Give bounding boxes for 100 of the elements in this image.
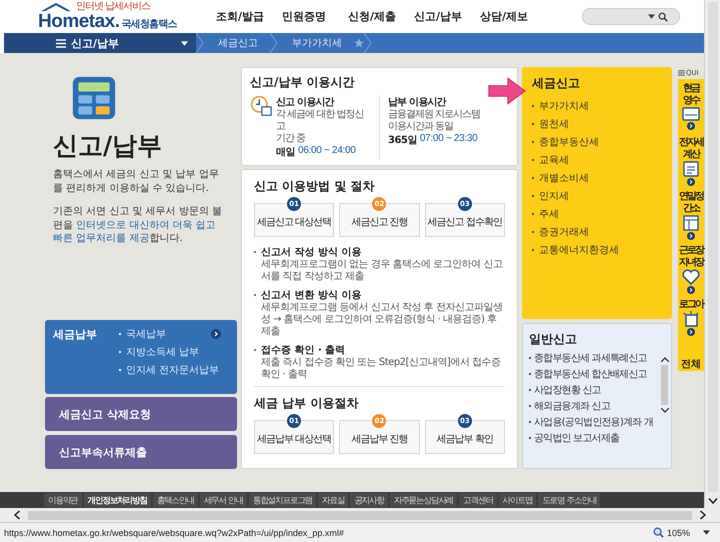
footer-link[interactable]: 사이트맵 xyxy=(498,493,536,508)
logo-name: 국세청홈택스 xyxy=(122,18,177,32)
tax-link[interactable]: 개별소비세 xyxy=(532,171,662,186)
tax-link[interactable]: 증권거래세 xyxy=(532,225,662,240)
breadcrumb-link[interactable]: 세금신고 xyxy=(204,36,270,50)
intro-paragraph: 기존의 서면 신고 및 세무서 방문의 불편을 인터넷으로 대신하여 더욱 쉽고 빠른 업무처리를 제공합니다. xyxy=(53,205,224,246)
footer-link[interactable]: 개인정보처리방침 xyxy=(84,493,151,508)
method-description: 세무회계프로그램이 없는 경우 홈택스에 로그인하여 신고서를 직접 작성하고 제출 xyxy=(260,259,504,284)
caret-icon[interactable] xyxy=(703,530,710,535)
side-menu-button[interactable]: 신고부속서류제출 xyxy=(45,435,237,470)
horizontal-scrollbar[interactable] xyxy=(0,508,720,522)
quick-menu-label[interactable]: 영수 xyxy=(683,95,699,106)
quick-menu-label[interactable]: 계산 xyxy=(683,149,699,160)
tax-link[interactable]: 부가가치세 xyxy=(532,99,662,114)
payment-link[interactable]: 국세납부 xyxy=(119,327,220,342)
chevron-circle-icon[interactable] xyxy=(687,122,695,130)
page-title: 신고/납부 xyxy=(53,133,164,158)
arrow-drawing xyxy=(488,77,526,106)
hours-time: 07:00 ~ 23:30 xyxy=(420,133,478,146)
step-label: 세금납부 진행 xyxy=(351,433,408,446)
caret-icon xyxy=(648,14,655,20)
report-link[interactable]: 사업용(공익법인전용)계좌 개 xyxy=(529,415,659,430)
report-link[interactable]: 종합부동산세 합산배제신고 xyxy=(529,367,659,382)
method-description: 제출 즉시 접수증 확인 또는 Step2[신고내역]에서 접수증 확인 · 출력 xyxy=(260,357,502,382)
card-title: 세금 납부 이용절차 xyxy=(254,395,360,412)
zoom-level[interactable]: 105% xyxy=(666,528,690,538)
clock-calendar-icon xyxy=(250,95,272,118)
report-link[interactable]: 사업장현황 신고 xyxy=(529,383,659,398)
footer-link[interactable]: 도로명 주소안내 xyxy=(538,493,600,508)
caret-icon xyxy=(181,40,188,46)
card-title: 신고 이용방법 및 절차 xyxy=(254,178,376,196)
scroll-down-icon[interactable] xyxy=(708,498,718,504)
report-link[interactable]: 공익법인 보고서제출 xyxy=(529,431,659,446)
step-label: 세금납부 대상선택 xyxy=(257,433,332,446)
method-title: 접수증 확인 · 출력 xyxy=(254,343,505,358)
main-menu-item[interactable]: 민원증명 xyxy=(282,9,348,24)
logo-brand[interactable]: Hometax. xyxy=(38,12,120,32)
quick-menu-label[interactable]: 현금 xyxy=(683,83,699,94)
quick-menu-label[interactable]: 전자세 xyxy=(679,137,703,148)
chevron-circle-icon[interactable] xyxy=(687,178,695,186)
scroll-left-icon[interactable] xyxy=(14,510,20,520)
quick-menu-label[interactable]: 자녀장 xyxy=(679,257,703,268)
chevron-circle-icon[interactable] xyxy=(687,232,695,240)
footer-link[interactable]: 이용약관 xyxy=(44,493,82,508)
payment-link[interactable]: 인지세 전자문서납부 xyxy=(119,363,220,378)
card-title: 신고/납부 이용시간 xyxy=(250,74,356,92)
chevron-icon xyxy=(270,33,278,54)
scroll-up-icon[interactable] xyxy=(660,357,668,362)
vertical-scrollbar[interactable] xyxy=(704,0,720,508)
panel-title: 세금신고 xyxy=(532,75,581,92)
panel-title: 일반신고 xyxy=(529,331,578,348)
quick-menu-label[interactable]: 로그아 xyxy=(679,299,703,310)
quick-menu-label[interactable]: 근로장 xyxy=(679,245,703,256)
intro-paragraph: 홈택스에서 세금의 신고 및 납부 업무를 편리하게 이용하실 수 있습니다. xyxy=(53,168,220,196)
scroll-right-icon[interactable] xyxy=(700,510,706,520)
hours-time: 06:00 ~ 24:00 xyxy=(298,145,356,158)
footer-link[interactable]: 고객센터 xyxy=(459,493,497,508)
main-menu-item[interactable]: 조회/발급 xyxy=(216,9,282,24)
zoom-icon[interactable] xyxy=(652,527,664,538)
hours-label: 신고 이용시간 xyxy=(276,96,336,110)
scroll-down-icon[interactable] xyxy=(660,408,668,414)
footer-link[interactable]: 자료실 xyxy=(318,493,348,508)
breadcrumb-link[interactable]: 부가가치세 xyxy=(278,36,354,50)
footer-link[interactable]: 홈택스안내 xyxy=(152,493,198,508)
report-link[interactable]: 종합부동산세 과세특례신고 xyxy=(529,351,659,366)
search-icon[interactable] xyxy=(658,12,668,22)
main-menu-item[interactable]: 신청/제출 xyxy=(348,9,414,24)
main-menu-item[interactable]: 상담/제보 xyxy=(480,9,546,24)
tax-link[interactable]: 인지세 xyxy=(532,189,662,204)
search-field[interactable] xyxy=(582,8,680,26)
hours-description: 각 세금에 대한 법정신고 기간 중 xyxy=(276,109,365,146)
quick-menu-all[interactable]: 전체 xyxy=(681,357,701,372)
chevron-circle-icon[interactable] xyxy=(687,286,695,294)
chevron-circle-icon[interactable] xyxy=(211,329,221,340)
quick-menu-label[interactable]: 연말정 xyxy=(679,191,703,202)
menu-icon xyxy=(678,70,685,76)
invoice-icon[interactable] xyxy=(682,161,700,178)
footer-link[interactable]: 통합설치프로그램 xyxy=(248,493,316,508)
side-menu-button[interactable]: 세금신고 삭제요청 xyxy=(45,397,237,432)
tax-link[interactable]: 종합부동산세 xyxy=(532,135,662,150)
heart-icon[interactable] xyxy=(682,269,700,286)
tax-link[interactable]: 교통에너지환경세 xyxy=(532,243,662,258)
payment-link[interactable]: 지방소득세 납부 xyxy=(119,345,220,360)
calculator-icon xyxy=(71,75,117,122)
tax-link[interactable]: 원천세 xyxy=(532,117,662,132)
star-icon[interactable] xyxy=(354,38,364,48)
tax-link[interactable]: 교육세 xyxy=(532,153,662,168)
footer-link[interactable]: 공지사항 xyxy=(350,493,388,508)
method-description: 세무회계프로그램 등에서 신고서 작성 후 전자신고파일생성 → 홈택스에 로그인하여 오류검증(형식 · 내용검증) 후 제출 xyxy=(260,302,504,338)
step-label: 세금신고 대상선택 xyxy=(257,216,332,230)
footer-link[interactable]: 자주묻는상담사례 xyxy=(390,493,458,508)
report-link[interactable]: 해외금융계좌 신고 xyxy=(529,399,659,414)
chevron-circle-icon[interactable] xyxy=(687,328,695,336)
quick-menu-label[interactable]: 간소 xyxy=(683,203,699,214)
tax-link[interactable]: 주세 xyxy=(532,207,662,222)
status-url: https://www.hometax.go.kr/websquare/websquare.wq?w2xPath=/ui/pp/index_pp.xml# xyxy=(4,528,345,538)
section-menu-button[interactable]: 신고/납부 xyxy=(4,33,196,54)
footer-link[interactable]: 세무서 안내 xyxy=(200,493,247,508)
step-label: 세금신고 접수확인 xyxy=(428,216,502,230)
main-menu-item[interactable]: 신고/납부 xyxy=(414,9,480,24)
